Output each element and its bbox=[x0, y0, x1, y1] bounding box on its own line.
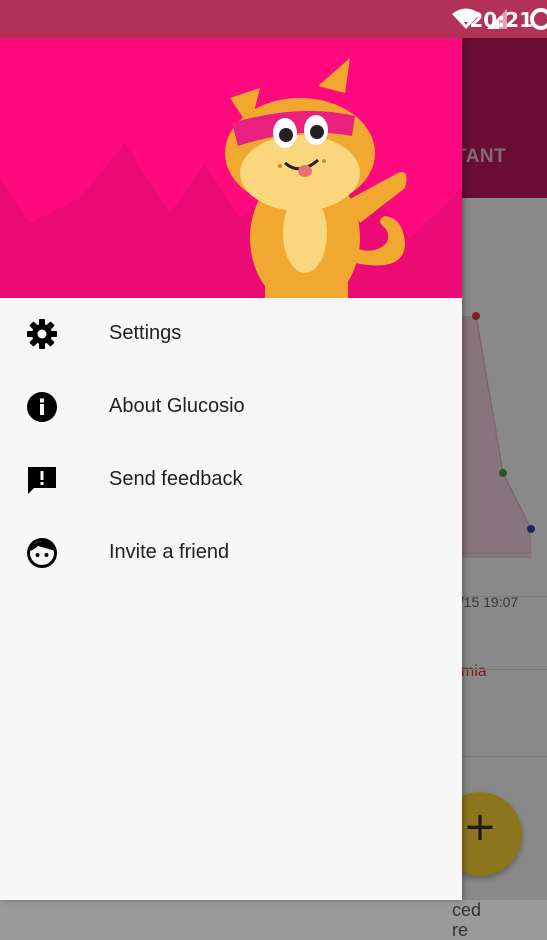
cat-pupil bbox=[279, 128, 293, 142]
menu-item-about[interactable]: About Glucosio bbox=[0, 371, 462, 444]
cat-leg bbox=[265, 278, 293, 298]
menu-item-settings[interactable]: Settings bbox=[0, 298, 462, 371]
feedback-icon bbox=[28, 467, 56, 494]
drawer-menu: Settings About Glucosio Send feedback In… bbox=[0, 298, 462, 590]
navigation-drawer: Settings About Glucosio Send feedback In… bbox=[0, 38, 462, 900]
cat-tongue bbox=[298, 165, 312, 177]
menu-item-feedback[interactable]: Send feedback bbox=[0, 444, 462, 517]
face-icon bbox=[27, 538, 57, 568]
header-illustration bbox=[0, 58, 462, 298]
menu-item-label: Send feedback bbox=[109, 468, 243, 490]
status-time: 20:21 bbox=[469, 8, 533, 32]
menu-item-label: About Glucosio bbox=[109, 395, 245, 417]
cat-freckle bbox=[322, 159, 326, 163]
drawer-header bbox=[0, 38, 462, 298]
cat-leg bbox=[320, 278, 348, 298]
gear-icon bbox=[27, 319, 57, 349]
background-text: ced re bbox=[452, 900, 482, 940]
info-icon bbox=[27, 392, 57, 422]
status-bar: 20:21 bbox=[0, 0, 547, 38]
menu-item-invite[interactable]: Invite a friend bbox=[0, 517, 462, 590]
cat-pupil bbox=[310, 125, 324, 139]
cat-freckle bbox=[278, 164, 282, 168]
menu-item-label: Invite a friend bbox=[109, 541, 230, 563]
menu-item-label: Settings bbox=[109, 322, 182, 344]
